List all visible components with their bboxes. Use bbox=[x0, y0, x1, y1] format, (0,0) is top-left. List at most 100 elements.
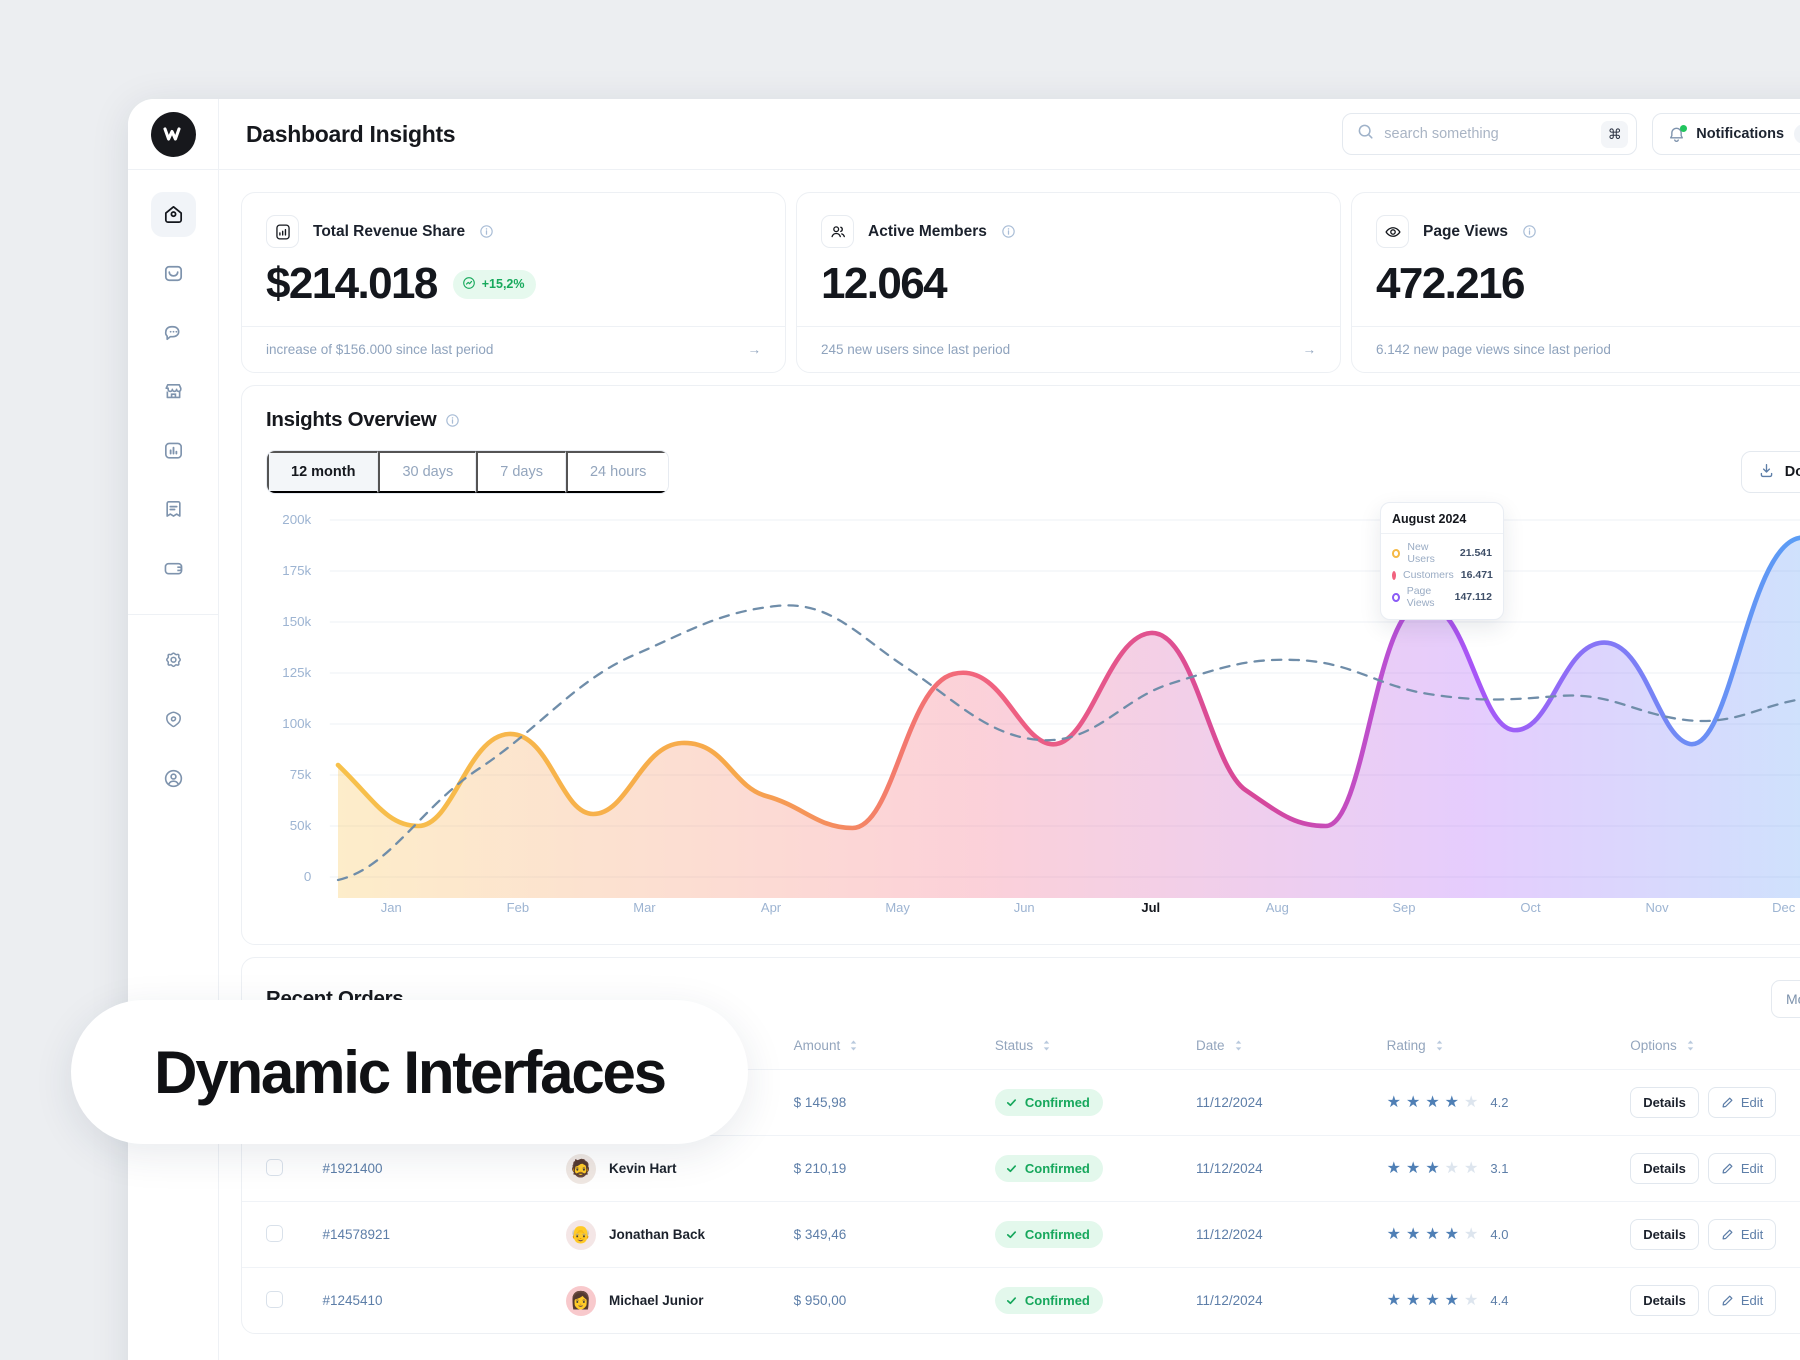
check-icon bbox=[1006, 1165, 1016, 1173]
x-tick-aug: Aug bbox=[1265, 900, 1289, 915]
command-key-icon[interactable]: ⌘ bbox=[1601, 120, 1629, 148]
x-tick-dec: Dec bbox=[1772, 900, 1796, 915]
kpi-body: Total Revenue Share $214.018 +15,2% bbox=[242, 193, 785, 326]
search-input[interactable] bbox=[1384, 126, 1592, 142]
arrow-right-icon[interactable]: → bbox=[1303, 342, 1317, 357]
notifications-button[interactable]: Notifications 24 bbox=[1652, 113, 1800, 155]
table-row[interactable]: #1245410 👩 Michael Junior $ 950,00 Confi… bbox=[242, 1267, 1800, 1333]
insights-panel: Insights Overview 12 month 30 days 7 day… bbox=[241, 385, 1800, 945]
notifications-label: Notifications bbox=[1696, 126, 1785, 142]
table-row[interactable]: #14578921 👴 Jonathan Back $ 349,46 Confi… bbox=[242, 1201, 1800, 1268]
customer-name: Kevin Hart bbox=[609, 1161, 677, 1176]
cell-date: 11/12/2024 bbox=[1196, 1267, 1387, 1333]
sidebar-item-home[interactable] bbox=[150, 192, 196, 237]
insights-chart: 200k 175k 150k 125k 100k 75k 50k 0 Jan F… bbox=[242, 494, 1800, 944]
sidebar-item-messages[interactable] bbox=[151, 310, 196, 355]
screenshot-stage: Dashboard Insights ⌘ bbox=[0, 0, 1800, 1360]
table-row[interactable]: #1921400 🧔 Kevin Hart $ 210,19 Confirmed… bbox=[242, 1135, 1800, 1202]
sidebar-item-analytics[interactable] bbox=[151, 428, 196, 473]
kpi-footer[interactable]: increase of $156.000 since last period → bbox=[242, 326, 785, 372]
sort-updown-icon bbox=[1235, 1040, 1241, 1051]
edit-button[interactable]: Edit bbox=[1707, 1219, 1777, 1250]
tooltip-value: 147.112 bbox=[1454, 591, 1492, 603]
orders-range-label: Monthly bbox=[1785, 991, 1800, 1007]
kpi-header: Active Members bbox=[821, 215, 1316, 248]
sidebar-item-settings[interactable] bbox=[151, 638, 196, 683]
sidebar-item-store[interactable] bbox=[151, 369, 196, 414]
info-icon[interactable] bbox=[445, 413, 460, 428]
info-icon[interactable] bbox=[1001, 224, 1016, 239]
sidebar-item-profile[interactable] bbox=[151, 756, 196, 801]
tooltip-value: 21.541 bbox=[1459, 547, 1492, 559]
col-date[interactable]: Date bbox=[1196, 1032, 1387, 1070]
kpi-footnote: 245 new users since last period bbox=[821, 342, 1011, 357]
kpi-footer[interactable]: 6.142 new page views since last period → bbox=[1352, 326, 1800, 372]
tab-30-days[interactable]: 30 days bbox=[378, 451, 477, 493]
svg-text:75k: 75k bbox=[290, 767, 312, 782]
x-tick-may: May bbox=[885, 900, 910, 915]
sidebar-item-wallet[interactable] bbox=[151, 546, 196, 591]
kpi-value: 472.216 bbox=[1376, 259, 1525, 308]
cell-customer: 👩 Michael Junior bbox=[566, 1267, 794, 1333]
brand-w-logo-icon[interactable] bbox=[150, 111, 196, 157]
status-label: Confirmed bbox=[1024, 1293, 1090, 1308]
kpi-header: Total Revenue Share bbox=[266, 215, 761, 248]
edit-button[interactable]: Edit bbox=[1707, 1087, 1777, 1118]
sidebar-item-inbox[interactable] bbox=[151, 251, 196, 296]
kpi-header: Page Views bbox=[1376, 215, 1800, 248]
svg-text:175k: 175k bbox=[282, 563, 311, 578]
row-checkbox[interactable] bbox=[266, 1158, 283, 1176]
sidebar-item-help[interactable] bbox=[151, 697, 196, 742]
edit-button[interactable]: Edit bbox=[1707, 1285, 1777, 1316]
avatar: 👩 bbox=[566, 1285, 597, 1316]
tooltip-label: New Users bbox=[1407, 541, 1435, 565]
details-button[interactable]: Details bbox=[1630, 1219, 1699, 1250]
kpi-card-page-views: Page Views 472.216 6.142 new page views … bbox=[1351, 192, 1800, 373]
pencil-icon bbox=[1722, 1097, 1733, 1108]
tab-24-hours[interactable]: 24 hours bbox=[565, 451, 669, 493]
svg-text:100k: 100k bbox=[282, 716, 311, 731]
info-icon[interactable] bbox=[1522, 224, 1537, 239]
row-checkbox[interactable] bbox=[266, 1224, 283, 1242]
overlay-title-pill: Dynamic Interfaces bbox=[71, 1000, 748, 1144]
logo-cell bbox=[128, 99, 219, 170]
details-button[interactable]: Details bbox=[1630, 1153, 1699, 1184]
legend-dot-new-users bbox=[1392, 548, 1401, 558]
x-tick-apr: Apr bbox=[760, 900, 782, 915]
edit-label: Edit bbox=[1740, 1095, 1764, 1110]
details-button[interactable]: Details bbox=[1630, 1087, 1699, 1118]
tooltip-divider bbox=[1381, 533, 1503, 534]
info-icon[interactable] bbox=[479, 224, 494, 239]
kpi-delta-value: +15,2% bbox=[481, 277, 525, 291]
status-label: Confirmed bbox=[1024, 1227, 1090, 1242]
kpi-footer[interactable]: 245 new users since last period → bbox=[797, 326, 1340, 372]
tab-7-days[interactable]: 7 days bbox=[476, 451, 566, 493]
edit-button[interactable]: Edit bbox=[1707, 1153, 1777, 1184]
row-checkbox[interactable] bbox=[266, 1290, 283, 1308]
kpi-card-active-members: Active Members 12.064 245 new users sinc… bbox=[796, 192, 1341, 373]
svg-text:50k: 50k bbox=[290, 818, 312, 833]
download-button[interactable]: Download bbox=[1740, 451, 1800, 493]
sidebar-item-invoices[interactable] bbox=[151, 487, 196, 532]
cell-amount: $ 210,19 bbox=[793, 1135, 995, 1202]
search-box[interactable]: ⌘ bbox=[1342, 113, 1638, 155]
rating-value: 4.2 bbox=[1490, 1095, 1509, 1110]
edit-label: Edit bbox=[1740, 1161, 1764, 1176]
rating-stars: ★ ★ ★ ★ ★ 4.2 bbox=[1386, 1093, 1509, 1111]
col-options[interactable]: Options bbox=[1630, 1032, 1800, 1070]
status-label: Confirmed bbox=[1024, 1161, 1090, 1176]
arrow-right-icon[interactable]: → bbox=[748, 342, 762, 357]
notifications-count: 24 bbox=[1794, 124, 1800, 144]
kpi-value-row: 472.216 bbox=[1376, 262, 1800, 306]
col-amount[interactable]: Amount bbox=[794, 1032, 995, 1070]
download-label: Download bbox=[1784, 464, 1800, 480]
col-status[interactable]: Status bbox=[995, 1032, 1196, 1070]
orders-range-select[interactable]: Monthly bbox=[1770, 980, 1800, 1018]
tab-12-month[interactable]: 12 month bbox=[267, 451, 379, 493]
sort-updown-icon bbox=[850, 1040, 857, 1051]
col-rating[interactable]: Rating bbox=[1387, 1032, 1631, 1070]
cell-date: 11/12/2024 bbox=[1196, 1069, 1387, 1136]
details-button[interactable]: Details bbox=[1630, 1285, 1699, 1316]
kpi-card-total-revenue-share: Total Revenue Share $214.018 +15,2% incr… bbox=[241, 192, 786, 373]
rating-value: 4.4 bbox=[1490, 1293, 1509, 1308]
